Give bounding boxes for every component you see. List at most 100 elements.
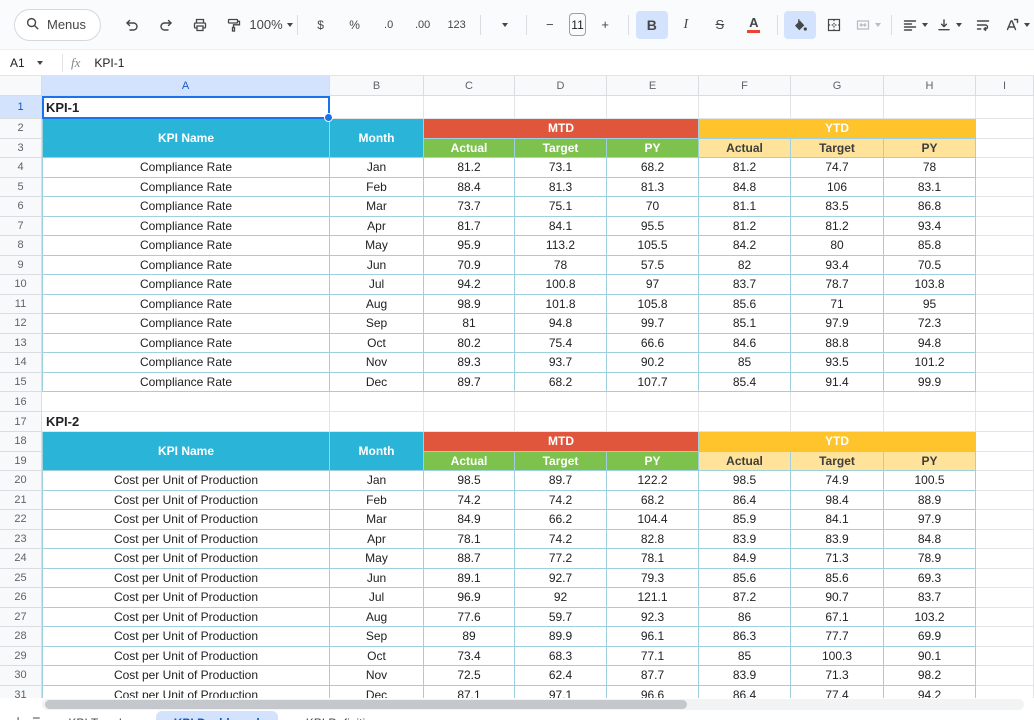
column-header-E[interactable]: E [607,76,699,96]
table-cell[interactable]: 67.1 [791,608,884,628]
table-cell[interactable]: 106 [791,178,884,198]
row-header-26[interactable]: 26 [0,588,42,608]
table-cell[interactable]: 83.9 [699,530,791,550]
text-rotation-button[interactable] [1001,11,1033,39]
table-cell[interactable]: 89.1 [424,569,515,589]
text-color-button[interactable]: A [738,11,770,39]
table-cell[interactable]: 62.4 [515,666,607,686]
table-cell[interactable]: 86 [699,608,791,628]
table-cell[interactable]: 78.1 [424,530,515,550]
table-cell[interactable]: 94.2 [424,275,515,295]
cell[interactable] [884,392,976,412]
table-cell[interactable]: 98.5 [699,471,791,491]
table-cell[interactable]: 90.1 [884,647,976,667]
column-header-F[interactable]: F [699,76,791,96]
table-cell[interactable]: 84.8 [699,178,791,198]
cell[interactable] [976,491,1034,511]
table-cell[interactable]: 70 [607,197,699,217]
table-cell[interactable]: 81.2 [699,217,791,237]
row-header-25[interactable]: 25 [0,569,42,589]
table-cell[interactable]: 83.9 [699,666,791,686]
table-cell[interactable]: Oct [330,334,424,354]
table-cell[interactable]: Compliance Rate [42,217,330,237]
month-header[interactable]: Month [330,119,424,158]
table-cell[interactable]: 77.6 [424,608,515,628]
table-cell[interactable]: 84.9 [424,510,515,530]
table-cell[interactable]: 101.8 [515,295,607,315]
table-cell[interactable]: 82.8 [607,530,699,550]
kpi-name-header[interactable]: KPI Name [42,432,330,471]
cell[interactable] [976,275,1034,295]
table-cell[interactable]: Dec [330,373,424,393]
table-cell[interactable]: 90.2 [607,353,699,373]
cell[interactable] [791,96,884,119]
cell[interactable] [607,412,699,432]
table-cell[interactable]: 98.2 [884,666,976,686]
row-header-23[interactable]: 23 [0,530,42,550]
table-cell[interactable]: Cost per Unit of Production [42,491,330,511]
table-cell[interactable]: 81.2 [424,158,515,178]
scrollbar-thumb[interactable] [45,700,687,709]
table-cell[interactable]: Aug [330,295,424,315]
table-cell[interactable]: Feb [330,491,424,511]
table-cell[interactable]: 105.5 [607,236,699,256]
table-cell[interactable]: Jan [330,471,424,491]
cell[interactable] [424,412,515,432]
table-cell[interactable]: Jun [330,256,424,276]
percent-format-button[interactable]: % [339,11,371,39]
table-cell[interactable]: 74.2 [515,530,607,550]
subheader[interactable]: PY [607,139,699,159]
table-cell[interactable]: 88.8 [791,334,884,354]
subheader[interactable]: Target [515,139,607,159]
table-cell[interactable]: Compliance Rate [42,334,330,354]
table-cell[interactable]: Nov [330,353,424,373]
table-cell[interactable]: 97.9 [791,314,884,334]
table-cell[interactable]: 91.4 [791,373,884,393]
row-header-10[interactable]: 10 [0,275,42,295]
table-cell[interactable]: 86.3 [699,627,791,647]
table-cell[interactable]: May [330,236,424,256]
cell[interactable] [976,530,1034,550]
cell[interactable] [976,432,1034,452]
table-cell[interactable]: 92.7 [515,569,607,589]
cell[interactable] [976,666,1034,686]
table-cell[interactable]: 93.4 [791,256,884,276]
row-header-1[interactable]: 1 [0,96,42,119]
row-header-9[interactable]: 9 [0,256,42,276]
table-cell[interactable]: 66.6 [607,334,699,354]
table-cell[interactable]: May [330,549,424,569]
table-cell[interactable]: 70.5 [884,256,976,276]
table-cell[interactable]: 87.7 [607,666,699,686]
decrease-decimals-button[interactable]: .0 [373,11,405,39]
table-cell[interactable]: 57.5 [607,256,699,276]
table-cell[interactable]: 85.1 [699,314,791,334]
table-cell[interactable]: 77.2 [515,549,607,569]
fill-color-button[interactable] [784,11,816,39]
table-cell[interactable]: 98.4 [791,491,884,511]
table-cell[interactable]: Cost per Unit of Production [42,530,330,550]
table-cell[interactable]: Nov [330,666,424,686]
cell[interactable] [976,314,1034,334]
table-cell[interactable]: 121.1 [607,588,699,608]
cell[interactable] [976,392,1034,412]
kpi-title[interactable]: KPI-2 [42,412,330,432]
table-cell[interactable]: 95.9 [424,236,515,256]
table-cell[interactable]: 85 [699,647,791,667]
table-cell[interactable]: 71 [791,295,884,315]
table-cell[interactable]: 95 [884,295,976,315]
increase-decimals-button[interactable]: .00 [407,11,439,39]
subheader[interactable]: Target [791,139,884,159]
table-cell[interactable]: 59.7 [515,608,607,628]
table-cell[interactable]: 89.3 [424,353,515,373]
cell[interactable] [515,412,607,432]
cell[interactable] [976,158,1034,178]
decrease-font-size-button[interactable]: − [534,11,566,39]
bold-button[interactable]: B [636,11,668,39]
table-cell[interactable]: 105.8 [607,295,699,315]
currency-format-button[interactable]: $ [305,11,337,39]
name-box[interactable]: A1 [0,56,60,70]
table-cell[interactable]: Sep [330,314,424,334]
paint-format-button[interactable] [218,11,250,39]
table-cell[interactable]: 84.2 [699,236,791,256]
table-cell[interactable]: Compliance Rate [42,275,330,295]
